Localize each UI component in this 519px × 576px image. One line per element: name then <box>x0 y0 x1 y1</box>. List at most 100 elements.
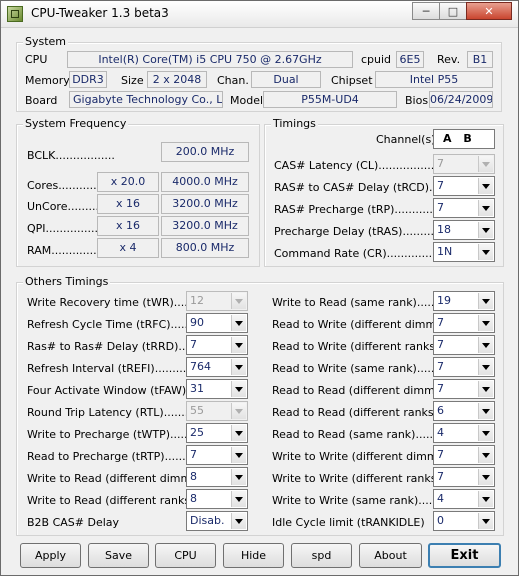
wtr-diff-ranks-select[interactable]: 8 <box>186 489 248 509</box>
wtr-diff-dimms-select[interactable]: 8 <box>186 467 248 487</box>
ram-label: RAM................ <box>27 244 108 257</box>
trefi-label: Refresh Interval (tREFI).............. <box>27 362 204 375</box>
model-value: P55M-UD4 <box>263 91 397 108</box>
trp-select[interactable]: 7 <box>433 198 495 218</box>
chevron-down-icon <box>478 513 493 529</box>
maximize-button[interactable]: □ <box>439 2 467 20</box>
rtw-same-rank-select[interactable]: 7 <box>433 357 495 377</box>
bclk-label: BCLK................. <box>27 149 115 162</box>
trankidle-select[interactable]: 0 <box>433 511 495 531</box>
rtr-diff-ranks-select[interactable]: 6 <box>433 401 495 421</box>
rtr-diff-ranks-value: 6 <box>437 404 444 417</box>
chipset-value: Intel P55 <box>375 71 493 88</box>
trefi-select[interactable]: 764 <box>186 357 248 377</box>
trfc-label: Refresh Cycle Time (tRFC).......... <box>27 318 206 331</box>
twr-value: 12 <box>190 294 204 307</box>
cpu-value: Intel(R) Core(TM) i5 CPU 750 @ 2.67GHz <box>67 51 353 68</box>
channel-select-value: A B <box>443 132 476 145</box>
channel-select[interactable]: A B <box>433 129 495 149</box>
model-label: Model <box>230 94 264 107</box>
cpu-button[interactable]: CPU <box>155 543 216 568</box>
window-title: CPU-Tweaker 1.3 beta3 <box>31 6 169 20</box>
tfaw-value: 31 <box>190 382 204 395</box>
command-rate-select[interactable]: 1N <box>433 242 495 262</box>
trtp-value: 7 <box>190 448 197 461</box>
cores-value: 4000.0 MHz <box>161 172 249 192</box>
ram-value: 800.0 MHz <box>161 238 249 258</box>
about-button[interactable]: About <box>359 543 422 568</box>
wtw-diff-dimms-select[interactable]: 7 <box>433 445 495 465</box>
wtr-same-rank-value: 19 <box>437 294 451 307</box>
minimize-button[interactable]: ─ <box>412 2 440 20</box>
chevron-down-icon <box>231 359 246 375</box>
wtr-same-rank-select[interactable]: 19 <box>433 291 495 311</box>
rtr-same-rank-select[interactable]: 4 <box>433 423 495 443</box>
cas-latency-select: 7 <box>433 154 495 174</box>
board-label: Board <box>25 94 58 107</box>
chevron-down-icon <box>478 447 493 463</box>
b2b-cas-delay-value: Disab. <box>190 514 225 527</box>
trfc-select[interactable]: 90 <box>186 313 248 333</box>
exit-button[interactable]: Exit <box>428 543 501 568</box>
wtr-diff-dimms-value: 8 <box>190 470 197 483</box>
trp-label: RAS# Precharge (tRP)............... <box>274 203 447 216</box>
size-label: Size <box>121 74 144 87</box>
cas-latency-label: CAS# Latency (CL)................... <box>274 159 445 172</box>
command-rate-label: Command Rate (CR).................. <box>274 247 450 260</box>
twtp-value: 25 <box>190 426 204 439</box>
bclk-value: 200.0 MHz <box>161 142 249 162</box>
chevron-down-icon <box>478 222 493 238</box>
rtw-diff-dimms-value: 7 <box>437 316 444 329</box>
trefi-value: 764 <box>190 360 211 373</box>
memory-label: Memory <box>25 74 70 87</box>
tras-value: 18 <box>437 223 451 236</box>
trfc-value: 90 <box>190 316 204 329</box>
rtr-diff-dimms-select[interactable]: 7 <box>433 379 495 399</box>
chevron-down-icon <box>231 447 246 463</box>
rtl-value: 55 <box>190 404 204 417</box>
title-bar[interactable]: CPU-Tweaker 1.3 beta3 ─ □ ✕ <box>1 1 518 28</box>
chevron-down-icon <box>231 315 246 331</box>
apply-button[interactable]: Apply <box>20 543 81 568</box>
rtw-diff-dimms-select[interactable]: 7 <box>433 313 495 333</box>
spd-button[interactable]: spd <box>291 543 352 568</box>
trcd-select[interactable]: 7 <box>433 176 495 196</box>
chan-label: Chan. <box>217 74 249 87</box>
wtr-diff-ranks-label: Write to Read (different ranks).... <box>27 494 209 507</box>
chevron-down-icon <box>478 200 493 216</box>
b2b-cas-delay-select[interactable]: Disab. <box>186 511 248 531</box>
cores-multiplier: x 20.0 <box>97 172 159 192</box>
close-button[interactable]: ✕ <box>466 2 512 20</box>
chevron-down-icon <box>478 425 493 441</box>
chevron-down-icon <box>231 513 246 529</box>
channel-label: Channel(s) <box>376 133 436 146</box>
chevron-down-icon <box>231 293 246 309</box>
save-button[interactable]: Save <box>88 543 149 568</box>
cpuid-label: cpuid <box>361 53 392 66</box>
rtw-diff-ranks-select[interactable]: 7 <box>433 335 495 355</box>
rtr-diff-dimms-value: 7 <box>437 382 444 395</box>
others-timings-legend: Others Timings <box>23 275 111 288</box>
chevron-down-icon <box>478 315 493 331</box>
chevron-down-icon <box>478 178 493 194</box>
chevron-down-icon <box>231 337 246 353</box>
cpuid-value: 6E5 <box>396 51 424 68</box>
wtw-same-rank-value: 4 <box>437 492 444 505</box>
trtp-select[interactable]: 7 <box>186 445 248 465</box>
trrd-select[interactable]: 7 <box>186 335 248 355</box>
tras-select[interactable]: 18 <box>433 220 495 240</box>
trcd-value: 7 <box>437 179 444 192</box>
rtw-diff-ranks-value: 7 <box>437 338 444 351</box>
twr-select: 12 <box>186 291 248 311</box>
hide-button[interactable]: Hide <box>223 543 284 568</box>
wtw-diff-ranks-select[interactable]: 7 <box>433 467 495 487</box>
wtw-diff-dimms-value: 7 <box>437 448 444 461</box>
wtw-same-rank-select[interactable]: 4 <box>433 489 495 509</box>
chevron-down-icon <box>478 491 493 507</box>
tfaw-select[interactable]: 31 <box>186 379 248 399</box>
bios-value: 06/24/2009 <box>429 91 493 108</box>
bios-label: Bios <box>405 94 429 107</box>
twtp-select[interactable]: 25 <box>186 423 248 443</box>
system-legend: System <box>23 35 69 48</box>
uncore-value: 3200.0 MHz <box>161 194 249 214</box>
